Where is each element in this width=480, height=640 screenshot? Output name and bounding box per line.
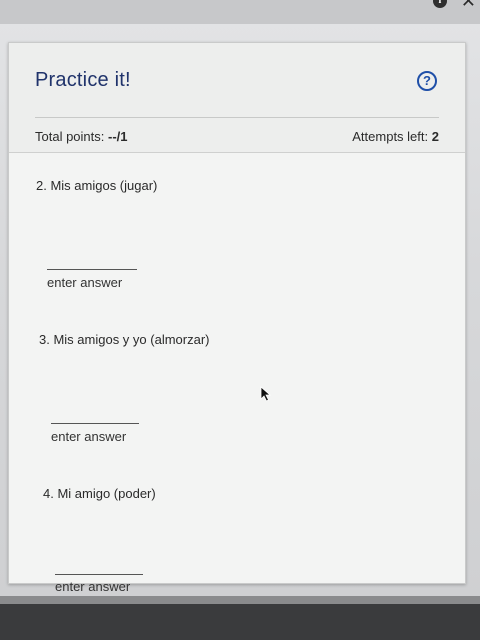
total-points: Total points: --/1 <box>35 129 128 144</box>
practice-panel: Practice it! ? Total points: --/1 Attemp… <box>8 42 466 594</box>
top-controls: i ✕ <box>432 0 476 10</box>
panel-title: Practice it! <box>35 69 131 91</box>
question-circle-icon[interactable]: ? <box>417 71 437 91</box>
header-divider <box>35 117 439 118</box>
question-prompt: 2. Mis amigos (jugar) <box>36 178 158 193</box>
panel-header: Practice it! ? Total points: --/1 Attemp… <box>9 43 465 153</box>
attempts-value: 2 <box>431 129 439 144</box>
answer-label: enter answer <box>47 275 123 290</box>
info-icon[interactable]: i <box>432 0 447 8</box>
answer-input[interactable] <box>51 407 139 422</box>
answer-underline <box>47 269 137 270</box>
answer-underline <box>55 574 143 575</box>
answer-label: enter answer <box>51 429 127 444</box>
mouse-pointer-icon <box>260 386 272 402</box>
question-prompt: 4. Mi amigo (poder) <box>43 486 156 501</box>
answer-input[interactable] <box>55 558 143 573</box>
total-points-label: Total points: <box>35 129 105 144</box>
answer-label: enter answer <box>55 579 131 594</box>
top-toolbar: i ✕ <box>0 0 480 24</box>
monitor-bezel <box>0 604 480 640</box>
attempts-label: Attempts left: <box>352 129 429 144</box>
answer-underline <box>51 423 139 424</box>
close-icon[interactable]: ✕ <box>461 0 476 10</box>
total-points-value: --/1 <box>108 129 128 144</box>
answer-input[interactable] <box>47 253 137 268</box>
question-prompt: 3. Mis amigos y yo (almorzar) <box>39 332 210 347</box>
attempts-left: Attempts left: 2 <box>352 129 439 144</box>
